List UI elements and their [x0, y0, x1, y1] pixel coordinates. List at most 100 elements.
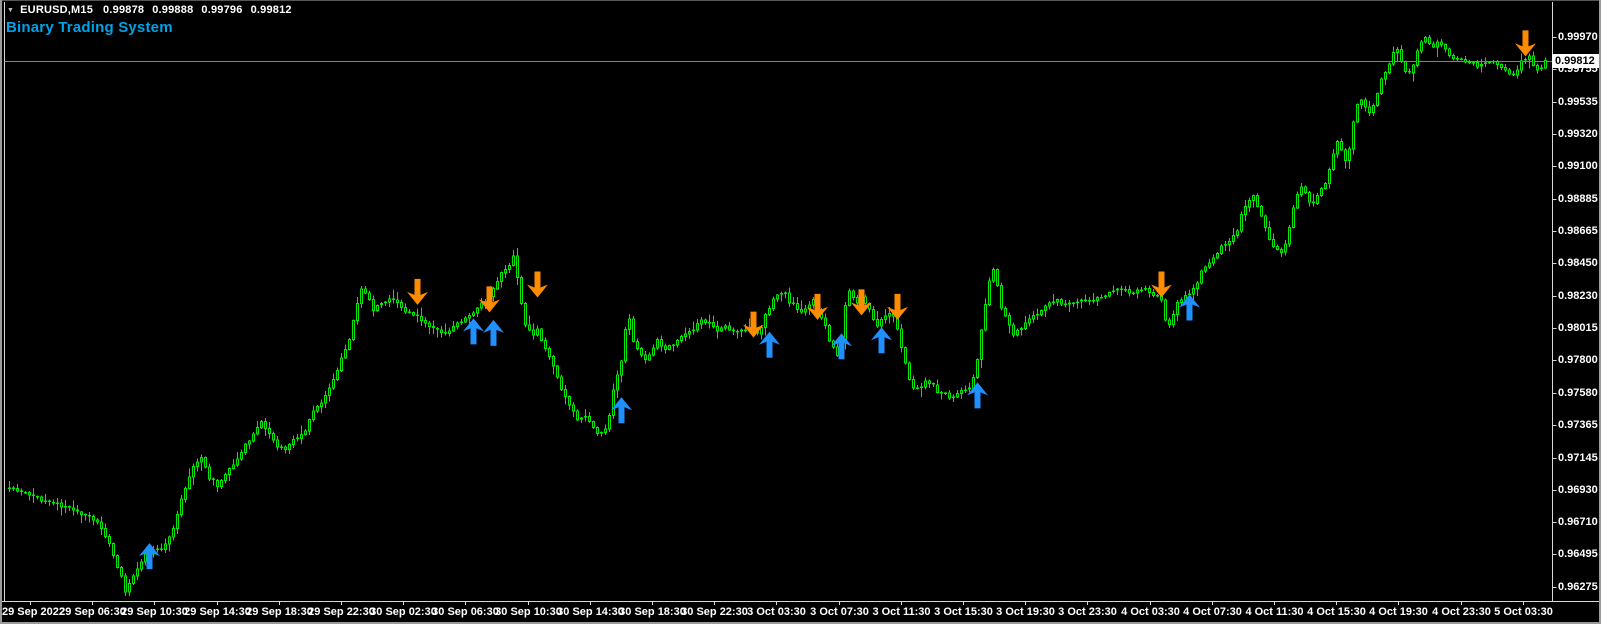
- candle-body: [1212, 257, 1215, 264]
- candle-body: [28, 491, 31, 496]
- candle-body: [212, 478, 215, 480]
- candle-body: [504, 269, 507, 274]
- price-axis-label: 0.99970: [1558, 30, 1598, 43]
- candle-body: [564, 389, 567, 397]
- price-axis-label: 0.96930: [1558, 483, 1598, 496]
- candle-body: [932, 382, 935, 385]
- candle-body: [1072, 302, 1075, 304]
- candle-body: [1236, 230, 1239, 236]
- candle-body: [1396, 49, 1399, 54]
- candle-body: [1240, 213, 1243, 232]
- candle-body: [708, 321, 711, 324]
- candle-body: [232, 464, 235, 469]
- candle-body: [608, 414, 611, 430]
- candle-body: [1460, 58, 1463, 61]
- candle-body: [244, 443, 247, 454]
- candle-body: [1252, 195, 1255, 202]
- candle-body: [1316, 195, 1319, 205]
- candle-body: [1232, 234, 1235, 243]
- candle-body: [968, 387, 971, 390]
- candle-body: [16, 487, 19, 492]
- candle-body: [1388, 63, 1391, 73]
- candle-body: [976, 359, 979, 378]
- candle-body: [1332, 153, 1335, 170]
- time-axis-label: 3 Oct 11:30: [872, 606, 931, 618]
- candle-body: [248, 440, 251, 445]
- candle-body: [1432, 43, 1435, 48]
- candle-body: [1248, 200, 1251, 208]
- candle-body: [540, 328, 543, 341]
- candle-body: [1032, 315, 1035, 320]
- time-axis-label: 3 Oct 19:30: [996, 606, 1055, 618]
- candle-body: [1480, 64, 1483, 67]
- candle-body: [1364, 99, 1367, 108]
- candle-body: [452, 326, 455, 332]
- candle-body: [784, 292, 787, 295]
- candle-body: [1340, 140, 1343, 151]
- candle-body: [1268, 227, 1271, 240]
- candle-body: [1208, 262, 1211, 268]
- time-axis-label: 5 Oct 03:30: [1494, 606, 1553, 618]
- candle-body: [404, 307, 407, 313]
- candle-body: [280, 446, 283, 449]
- candle-body: [908, 362, 911, 380]
- candle-body: [880, 319, 883, 327]
- time-axis-label: 30 Sep 18:30: [619, 606, 686, 618]
- time-axis-label: 29 Sep 06:30: [59, 606, 126, 618]
- candle-body: [348, 339, 351, 350]
- candle-body: [1076, 301, 1079, 303]
- candle-body: [660, 338, 663, 347]
- candle-body: [912, 378, 915, 389]
- candle-body: [1180, 299, 1183, 304]
- candle-body: [168, 536, 171, 545]
- candle-body: [360, 288, 363, 304]
- candle-body: [1484, 62, 1487, 65]
- quote-open: 0.99878: [103, 4, 145, 16]
- candle-body: [316, 405, 319, 412]
- candle-body: [464, 317, 467, 323]
- candle-body: [1084, 299, 1087, 301]
- candle-body: [64, 505, 67, 508]
- candle-body: [676, 339, 679, 346]
- candle-body: [1408, 70, 1411, 73]
- candle-body: [1440, 41, 1443, 46]
- candle-body: [1100, 297, 1103, 299]
- candle-body: [1164, 299, 1167, 321]
- candle-body: [1416, 50, 1419, 66]
- candle-body: [32, 494, 35, 497]
- candle-body: [1040, 309, 1043, 315]
- buy-signal-arrow: [967, 382, 988, 409]
- candle-body: [268, 427, 271, 435]
- window-border-left: [0, 0, 2, 624]
- candle-body: [336, 369, 339, 381]
- candle-body: [1112, 290, 1115, 293]
- candle-body: [520, 276, 523, 305]
- symbol-dropdown-icon[interactable]: ▼: [7, 7, 14, 14]
- quote-high: 0.99888: [152, 4, 194, 16]
- candle-body: [352, 320, 355, 341]
- price-axis-label: 0.98450: [1558, 256, 1598, 269]
- candle-body: [872, 308, 875, 320]
- candle-body: [364, 288, 367, 294]
- candle-body: [1516, 69, 1519, 76]
- candle-body: [180, 498, 183, 516]
- candle-body: [480, 302, 483, 309]
- candle-body: [700, 319, 703, 325]
- candle-body: [24, 491, 27, 494]
- price-axis-label: 0.99320: [1558, 127, 1598, 140]
- candle-body: [716, 326, 719, 332]
- time-axis-label: 30 Sep 22:30: [681, 606, 748, 618]
- candle-body: [512, 255, 515, 266]
- candle-body: [696, 323, 699, 331]
- candle-body: [1064, 303, 1067, 306]
- candle-body: [1008, 315, 1011, 326]
- window-border-top: [0, 0, 1601, 1]
- candle-body: [304, 430, 307, 435]
- candle-body: [260, 420, 263, 428]
- price-chart[interactable]: [0, 0, 1601, 624]
- price-axis-label: 0.98230: [1558, 289, 1598, 302]
- candle-body: [1376, 92, 1379, 107]
- candle-body: [284, 446, 287, 451]
- candle-body: [236, 458, 239, 466]
- candle-body: [376, 305, 379, 312]
